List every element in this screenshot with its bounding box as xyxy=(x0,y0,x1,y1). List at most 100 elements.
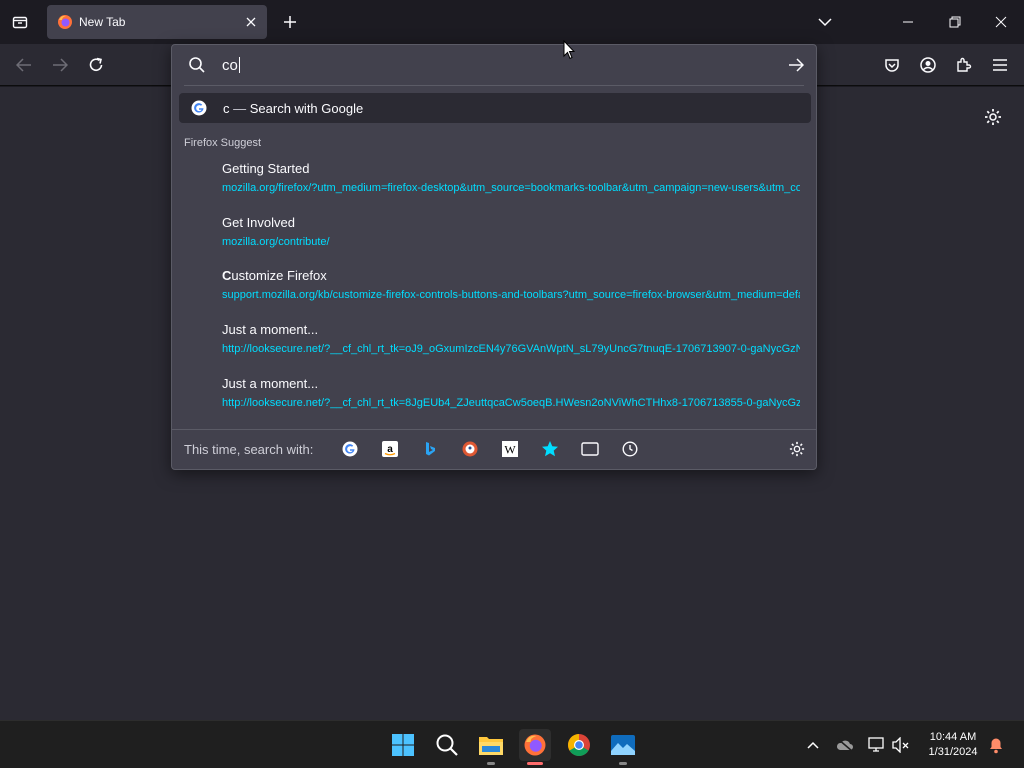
search-history-button[interactable] xyxy=(619,438,641,460)
personalize-button[interactable] xyxy=(980,104,1006,130)
bing-icon xyxy=(426,442,435,456)
amazon-icon: a xyxy=(382,441,398,457)
puzzle-icon xyxy=(957,57,972,72)
suggestion-item[interactable]: Customize Firefox support.mozilla.org/kb… xyxy=(222,268,802,301)
running-indicator xyxy=(487,762,495,765)
minimize-button[interactable] xyxy=(893,8,923,36)
notifications-button[interactable] xyxy=(986,735,1006,755)
back-button[interactable] xyxy=(10,52,38,78)
search-shortcuts-bar: This time, search with: a W xyxy=(172,429,816,469)
close-icon xyxy=(995,16,1007,28)
suggestion-item[interactable]: Just a moment... http://looksecure.net/?… xyxy=(222,322,802,355)
start-button[interactable] xyxy=(387,729,419,761)
suggestion-title: Customize Firefox xyxy=(222,268,327,283)
tab-list-button[interactable] xyxy=(8,11,32,33)
photos-taskbar-button[interactable] xyxy=(607,729,639,765)
hamburger-icon xyxy=(993,59,1007,71)
suggestion-url: mozilla.org/firefox/?utm_medium=firefox-… xyxy=(222,182,800,194)
firefox-taskbar-button[interactable] xyxy=(519,729,551,765)
reload-button[interactable] xyxy=(82,52,110,78)
engine-bing-button[interactable] xyxy=(419,438,441,460)
photos-icon xyxy=(611,735,635,755)
urlbar-input[interactable]: co xyxy=(222,55,240,75)
search-icon xyxy=(436,734,458,756)
minimize-icon xyxy=(903,21,913,23)
clock-date: 1/31/2024 xyxy=(928,746,978,758)
plus-icon xyxy=(284,16,296,28)
search-with-google-result[interactable]: c — Search with Google xyxy=(179,93,811,123)
app-menu-button[interactable] xyxy=(986,52,1014,78)
suggestion-url: support.mozilla.org/kb/customize-firefox… xyxy=(222,289,800,301)
bell-icon xyxy=(990,738,1002,754)
chevron-up-icon xyxy=(807,741,819,749)
volume-button[interactable] xyxy=(891,735,911,755)
account-icon xyxy=(920,57,936,73)
tab-new-tab[interactable]: New Tab xyxy=(47,5,267,39)
suggestion-title: Getting Started xyxy=(222,161,310,176)
restore-button[interactable] xyxy=(940,8,970,36)
suggestion-title: Just a moment... xyxy=(222,322,319,337)
pocket-icon xyxy=(885,59,899,72)
onedrive-button[interactable] xyxy=(835,735,855,755)
running-indicator xyxy=(619,762,627,765)
suggestion-url: mozilla.org/contribute/ xyxy=(222,236,330,248)
google-icon xyxy=(342,441,358,457)
list-all-tabs-button[interactable] xyxy=(810,8,840,36)
windows-icon xyxy=(392,734,414,756)
engine-wikipedia-button[interactable]: W xyxy=(499,438,521,460)
star-icon xyxy=(542,441,558,457)
firefox-suggest-label: Firefox Suggest xyxy=(184,137,262,149)
engine-google-button[interactable] xyxy=(339,438,361,460)
tab-close-button[interactable] xyxy=(239,10,263,34)
network-button[interactable] xyxy=(867,735,887,755)
pocket-button[interactable] xyxy=(878,52,906,78)
suggestion-title: Get Involved xyxy=(222,215,295,230)
suggestion-item[interactable]: Getting Started mozilla.org/firefox/?utm… xyxy=(222,161,802,194)
tab-list-icon xyxy=(12,16,28,29)
gear-icon xyxy=(789,441,805,457)
urlbar-input-row[interactable]: co xyxy=(172,45,816,85)
folder-icon xyxy=(479,737,503,755)
close-icon xyxy=(246,17,256,27)
close-window-button[interactable] xyxy=(986,8,1016,36)
suggestion-url: http://looksecure.net/?__cf_chl_rt_tk=8J… xyxy=(222,397,800,409)
wikipedia-icon: W xyxy=(502,441,518,457)
engine-amazon-button[interactable]: a xyxy=(379,438,401,460)
chrome-taskbar-button[interactable] xyxy=(563,729,595,761)
search-with-label: This time, search with: xyxy=(184,442,314,457)
suggestion-url: http://looksecure.net/?__cf_chl_rt_tk=oJ… xyxy=(222,343,800,355)
mouse-cursor-icon xyxy=(563,40,575,60)
firefox-icon xyxy=(58,15,72,29)
arrow-left-icon xyxy=(16,58,31,72)
engine-duckduckgo-button[interactable] xyxy=(459,438,481,460)
svg-text:W: W xyxy=(504,443,516,457)
forward-button[interactable] xyxy=(46,52,74,78)
search-settings-button[interactable] xyxy=(786,438,808,460)
suggestion-item[interactable]: Get Involved mozilla.org/contribute/ xyxy=(222,215,802,248)
go-button[interactable] xyxy=(784,54,808,76)
text-caret xyxy=(238,57,240,73)
arrow-right-icon xyxy=(789,58,804,72)
svg-text:a: a xyxy=(387,444,393,455)
search-button[interactable] xyxy=(431,729,463,761)
taskbar-clock[interactable]: 10:44 AM 1/31/2024 xyxy=(918,730,988,760)
chrome-icon xyxy=(568,734,590,756)
extensions-button[interactable] xyxy=(950,52,978,78)
suggestion-item[interactable]: Just a moment... http://looksecure.net/?… xyxy=(222,376,802,409)
search-bookmarks-button[interactable] xyxy=(539,438,561,460)
new-tab-button[interactable] xyxy=(278,11,302,33)
reload-icon xyxy=(89,57,103,71)
cloud-off-icon xyxy=(836,738,853,752)
arrow-right-icon xyxy=(53,58,68,72)
account-button[interactable] xyxy=(914,52,942,78)
search-tabs-button[interactable] xyxy=(579,438,601,460)
show-hidden-icons-button[interactable] xyxy=(803,735,823,755)
tab-strip: New Tab xyxy=(0,0,1024,44)
duckduckgo-icon xyxy=(462,441,478,457)
file-explorer-button[interactable] xyxy=(475,729,507,765)
urlbar-separator xyxy=(184,85,804,86)
urlbar-popup: co c — Search with Google Firefox Sugges… xyxy=(171,44,817,470)
speaker-muted-icon xyxy=(892,737,909,753)
firefox-icon xyxy=(524,734,546,756)
search-icon xyxy=(189,57,205,73)
